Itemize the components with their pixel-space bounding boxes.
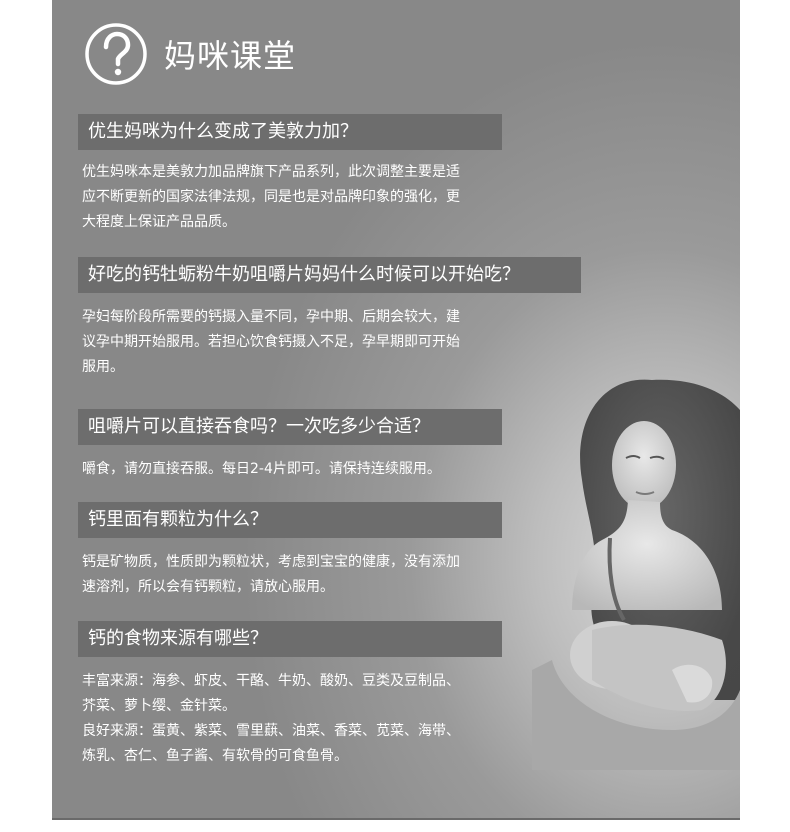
- answer-line: 孕妇每阶段所需要的钙摄入量不同，孕中期、后期会较大，建: [82, 309, 460, 325]
- faq-answer: 孕妇每阶段所需要的钙摄入量不同，孕中期、后期会较大，建 议孕中期开始服用。若担心…: [82, 305, 522, 380]
- faq-answer: 优生妈咪本是美敦力加品牌旗下产品系列，此次调整主要是适 应不断更新的国家法律法规…: [82, 160, 522, 235]
- panel-bottom-border: [52, 818, 740, 820]
- answer-line: 服用。: [82, 359, 124, 375]
- answer-line: 钙是矿物质，性质即为颗粒状，考虑到宝宝的健康，没有添加: [82, 554, 460, 570]
- answer-line: 议孕中期开始服用。若担心饮食钙摄入不足，孕早期即可开始: [82, 334, 460, 350]
- answer-line: 速溶剂，所以会有钙颗粒，请放心服用。: [82, 579, 334, 595]
- faq-question: 钙的食物来源有哪些？: [78, 621, 502, 657]
- question-circle-icon: [85, 23, 147, 85]
- answer-line: 大程度上保证产品品质。: [82, 214, 236, 230]
- section-header: 妈咪课堂: [84, 22, 296, 86]
- page-title: 妈咪课堂: [164, 37, 297, 75]
- content-panel: 妈咪课堂 优生妈咪为什么变成了美敦力加？ 优生妈咪本是美敦力加品牌旗下产品系列，…: [52, 0, 740, 818]
- faq-question: 优生妈咪为什么变成了美敦力加？: [78, 114, 502, 150]
- faq-question: 钙里面有颗粒为什么？: [78, 502, 502, 538]
- faq-answer: 嚼食，请勿直接吞服。每日2-4片即可。请保持连续服用。: [82, 457, 522, 482]
- faq-answer: 丰富来源：海参、虾皮、干酪、牛奶、酸奶、豆类及豆制品、 芥菜、萝卜缨、金针菜。 …: [82, 669, 522, 769]
- answer-line: 炼乳、杏仁、鱼子酱、有软骨的可食鱼骨。: [82, 748, 348, 764]
- mother-baby-photo: [532, 379, 740, 770]
- answer-line: 丰富来源：海参、虾皮、干酪、牛奶、酸奶、豆类及豆制品、: [82, 673, 460, 689]
- answer-line: 优生妈咪本是美敦力加品牌旗下产品系列，此次调整主要是适: [82, 164, 460, 180]
- answer-line: 芥菜、萝卜缨、金针菜。: [82, 698, 236, 714]
- faq-answer: 钙是矿物质，性质即为颗粒状，考虑到宝宝的健康，没有添加 速溶剂，所以会有钙颗粒，…: [82, 550, 522, 600]
- faq-question: 好吃的钙牡蛎粉牛奶咀嚼片妈妈什么时候可以开始吃？: [78, 257, 581, 293]
- faq-question: 咀嚼片可以直接吞食吗？一次吃多少合适？: [78, 409, 502, 445]
- answer-line: 应不断更新的国家法律法规，同是也是对品牌印象的强化，更: [82, 189, 460, 205]
- answer-line: 嚼食，请勿直接吞服。每日2-4片即可。请保持连续服用。: [82, 461, 441, 477]
- answer-line: 良好来源：蛋黄、紫菜、雪里蕻、油菜、香菜、苋菜、海带、: [82, 723, 460, 739]
